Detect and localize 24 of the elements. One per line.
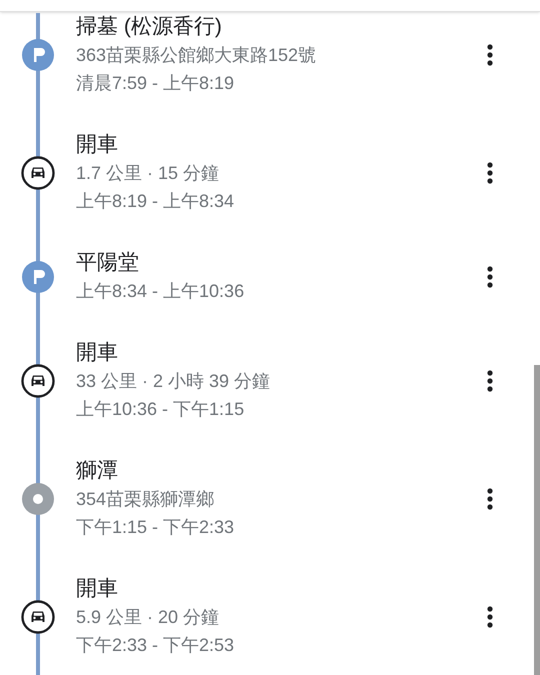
scrollbar[interactable] <box>534 365 540 675</box>
stop-detail: 下午1:15 - 下午2:33 <box>76 516 236 539</box>
car-icon <box>21 156 55 190</box>
stop-title: 開車 <box>76 132 119 158</box>
waypoint-icon <box>22 483 54 515</box>
stop-detail: 下午2:33 - 下午2:53 <box>76 634 236 657</box>
stop-detail: 33 公里 · 2 小時 39 分鐘 <box>76 370 272 393</box>
stop-detail: 363苗栗縣公館鄉大東路152號 <box>76 44 318 67</box>
stop-detail: 上午8:34 - 上午10:36 <box>76 280 246 303</box>
stop-detail: 上午8:19 - 上午8:34 <box>76 190 236 213</box>
stop-title: 獅潭 <box>76 458 119 484</box>
stop-title: 開車 <box>76 340 119 366</box>
stop-title: 開車 <box>76 576 119 602</box>
flag-icon <box>22 261 54 293</box>
stop-title: 掃墓 (松源香行) <box>76 14 223 40</box>
stop-detail: 上午10:36 - 下午1:15 <box>76 398 246 421</box>
stop-detail: 5.9 公里 · 20 分鐘 <box>76 606 220 629</box>
car-icon <box>21 364 55 398</box>
stop-title: 平陽堂 <box>76 250 140 276</box>
flag-icon <box>22 39 54 71</box>
stop-detail: 354苗栗縣獅潭鄉 <box>76 488 216 511</box>
stop-detail: 清晨7:59 - 上午8:19 <box>76 72 236 95</box>
stop-detail: 1.7 公里 · 15 分鐘 <box>76 162 220 185</box>
car-icon <box>21 600 55 634</box>
